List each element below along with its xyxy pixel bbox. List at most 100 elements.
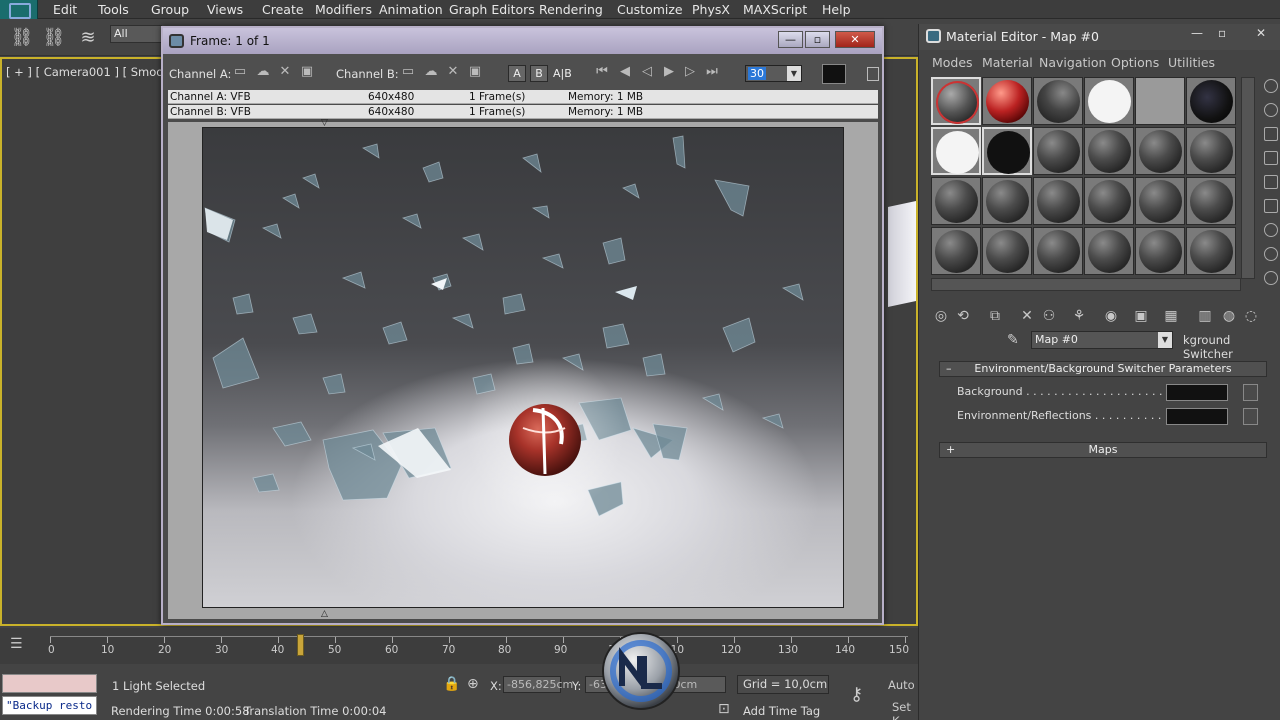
absolute-mode-icon[interactable]: ⊕ xyxy=(467,676,479,692)
sample-slot[interactable] xyxy=(931,77,981,125)
options-icon[interactable] xyxy=(1264,223,1278,237)
auto-key-button[interactable]: Auto xyxy=(888,678,915,692)
sample-slot[interactable] xyxy=(931,177,981,225)
select-by-material-icon[interactable] xyxy=(1264,247,1278,261)
open-folder-icon[interactable]: ▭ xyxy=(231,64,249,80)
put-to-scene-icon[interactable]: ⟲ xyxy=(953,306,973,326)
mat-maximize-button[interactable]: ▫ xyxy=(1218,26,1226,40)
sample-slot[interactable] xyxy=(1135,227,1185,275)
go-to-parent-icon[interactable]: ▥ xyxy=(1195,306,1215,326)
material-map-navigator-icon[interactable] xyxy=(1264,271,1278,285)
environment-toggle[interactable] xyxy=(1243,408,1258,425)
menu-maxscript[interactable]: MAXScript xyxy=(743,2,807,17)
background-color-swatch[interactable] xyxy=(822,64,846,84)
maps-rollout-header[interactable]: + Maps xyxy=(939,442,1267,458)
prev-key-icon[interactable]: ◀ xyxy=(616,64,634,80)
chevron-down-icon[interactable]: ▼ xyxy=(787,66,801,81)
sample-slot[interactable] xyxy=(1033,227,1083,275)
background-pattern-icon[interactable] xyxy=(1264,127,1278,141)
material-id-channel-icon[interactable]: ◉ xyxy=(1101,306,1121,326)
make-unique-icon[interactable]: ⚇ xyxy=(1039,306,1059,326)
minimize-button[interactable]: — xyxy=(778,31,803,48)
channel-a-toggle[interactable]: A xyxy=(508,65,526,82)
save-icon[interactable]: ▣ xyxy=(298,64,316,80)
channel-b-toggle[interactable]: B xyxy=(530,65,548,82)
frame-buffer-canvas[interactable]: ▽ △ xyxy=(168,119,878,619)
add-time-tag-button[interactable]: Add Time Tag xyxy=(743,704,820,718)
menu-material[interactable]: Material xyxy=(982,55,1033,70)
sample-slot[interactable] xyxy=(1033,177,1083,225)
menu-edit[interactable]: Edit xyxy=(53,2,77,17)
sample-slots-horizontal-scrollbar[interactable] xyxy=(931,278,1241,291)
frame-buffer-titlebar[interactable]: Frame: 1 of 1 — ▫ ✕ xyxy=(163,28,882,54)
bottom-marker-icon[interactable]: △ xyxy=(321,610,331,619)
menu-group[interactable]: Group xyxy=(151,2,189,17)
sample-slot[interactable] xyxy=(1084,127,1134,175)
sample-slot[interactable] xyxy=(1186,127,1236,175)
pick-material-icon[interactable]: ◌ xyxy=(1241,306,1261,326)
show-shaded-icon[interactable]: ▣ xyxy=(1131,306,1151,326)
unlink-icon[interactable]: ⛓ xyxy=(42,26,66,50)
background-toggle[interactable] xyxy=(1243,384,1258,401)
menu-utilities[interactable]: Utilities xyxy=(1168,55,1215,70)
link-icon[interactable]: ⛓ xyxy=(10,26,34,50)
next-key-icon[interactable]: ▷ xyxy=(681,64,699,80)
play-icon[interactable]: ▶ xyxy=(660,64,678,80)
menu-tools[interactable]: Tools xyxy=(98,2,129,17)
assign-to-selection-icon[interactable]: ⧉ xyxy=(985,306,1005,326)
menu-modifiers[interactable]: Modifiers xyxy=(315,2,372,17)
eyedropper-icon[interactable]: ✎ xyxy=(1007,332,1019,348)
video-color-check-icon[interactable] xyxy=(1264,175,1278,189)
menu-rendering[interactable]: Rendering xyxy=(539,2,603,17)
menu-views[interactable]: Views xyxy=(207,2,243,17)
sample-type-icon[interactable] xyxy=(1264,79,1278,93)
chevron-down-icon[interactable]: ▼ xyxy=(1158,332,1172,348)
menu-help[interactable]: Help xyxy=(822,2,851,17)
maxscript-listener-input[interactable]: "Backup resto xyxy=(2,696,97,715)
save-b-icon[interactable]: ▣ xyxy=(466,64,484,80)
time-slider[interactable] xyxy=(297,634,304,656)
sample-slot[interactable] xyxy=(1084,227,1134,275)
sample-slot[interactable] xyxy=(931,227,981,275)
environment-map-button[interactable] xyxy=(1166,408,1228,425)
last-frame-icon[interactable]: ⏭ xyxy=(703,64,721,80)
get-material-icon[interactable]: ◎ xyxy=(931,306,951,326)
selection-filter-dropdown[interactable]: All xyxy=(110,25,162,43)
sample-slot[interactable] xyxy=(1033,127,1083,175)
sample-slots-vertical-scrollbar[interactable] xyxy=(1241,77,1255,279)
background-map-button[interactable] xyxy=(1166,384,1228,401)
mat-close-button[interactable]: ✕ xyxy=(1256,26,1266,40)
sample-slot[interactable] xyxy=(931,127,981,175)
sample-slot[interactable] xyxy=(1186,227,1236,275)
menu-animation[interactable]: Animation xyxy=(379,2,443,17)
open-folder-b-icon[interactable]: ▭ xyxy=(399,64,417,80)
map-type-button[interactable]: kground Switcher xyxy=(1183,333,1280,361)
set-key-button[interactable]: Set K xyxy=(892,700,918,720)
options-icon[interactable] xyxy=(867,67,879,81)
put-to-library-icon[interactable]: ⚘ xyxy=(1069,306,1089,326)
maxscript-listener-output[interactable] xyxy=(2,674,97,693)
map-name-field[interactable]: Map #0 ▼ xyxy=(1031,331,1173,349)
key-icon[interactable]: ⚷ xyxy=(850,684,863,705)
sample-slot[interactable] xyxy=(1084,77,1134,125)
sample-slot[interactable] xyxy=(1084,177,1134,225)
sample-slot[interactable] xyxy=(982,77,1032,125)
sample-slot[interactable] xyxy=(982,177,1032,225)
application-icon[interactable] xyxy=(0,0,38,19)
bind-space-warp-icon[interactable]: ≋ xyxy=(76,26,100,50)
menu-graph-editors[interactable]: Graph Editors xyxy=(449,2,535,17)
time-tag-icon[interactable]: ⊡ xyxy=(718,701,730,717)
clear-b-icon[interactable]: ✕ xyxy=(444,64,462,80)
top-marker-icon[interactable]: ▽ xyxy=(321,119,331,128)
sample-slot[interactable] xyxy=(982,227,1032,275)
sample-slot[interactable] xyxy=(1186,177,1236,225)
lock-icon[interactable]: 🔒 xyxy=(443,676,460,692)
teapot-icon[interactable]: ☁ xyxy=(254,64,272,80)
reset-map-icon[interactable]: ✕ xyxy=(1017,306,1037,326)
sample-slot[interactable] xyxy=(982,127,1032,175)
parameters-rollout-header[interactable]: – Environment/Background Switcher Parame… xyxy=(939,361,1267,377)
sample-slot[interactable] xyxy=(1135,177,1185,225)
teapot-b-icon[interactable]: ☁ xyxy=(422,64,440,80)
x-coordinate-field[interactable]: -856,825cm xyxy=(503,676,573,693)
sample-slot[interactable] xyxy=(1033,77,1083,125)
